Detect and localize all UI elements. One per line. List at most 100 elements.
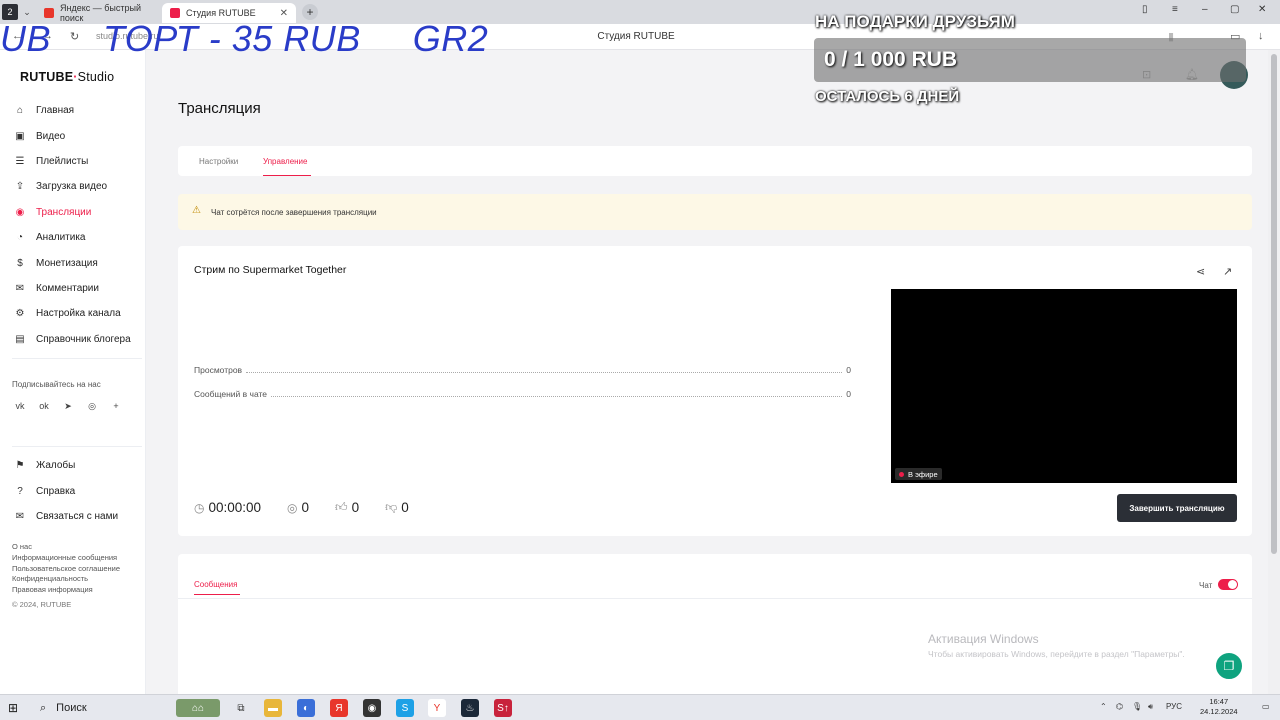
winter-widget-icon[interactable]: ⌂⌂ — [176, 699, 220, 717]
windows-start-icon[interactable]: ⊞ — [8, 701, 18, 715]
vk-icon[interactable]: vk — [14, 400, 26, 412]
sidebar-item-label: Справка — [36, 485, 76, 497]
viber-icon[interactable]: ◎ — [86, 400, 98, 412]
sidebar-item-4[interactable]: ◉ Трансляции — [0, 200, 146, 225]
viewer-icon: ◎ — [287, 500, 298, 515]
streaming-app-icon[interactable]: S↑ — [494, 699, 512, 717]
views-stat: Просмотров 0 — [194, 363, 851, 375]
stream-title: Стрим по Supermarket Together — [194, 264, 347, 276]
yandex-app-icon[interactable]: Я — [330, 699, 348, 717]
social-links: vk ok ➤ ◎ + — [14, 400, 134, 412]
tray-chevron-icon[interactable]: ⌃ — [1100, 702, 1107, 711]
sidebar: RUTUBE·Studio ⌂ Главная ▣ Видео ☰ Плейлисты ⇪ З… — [0, 50, 146, 694]
views-label: Просмотров — [194, 365, 243, 375]
sidebar-item-label: Загрузка видео — [36, 181, 108, 193]
views-value: 0 — [846, 365, 851, 375]
sidebar-item-label: Справочник блогера — [36, 333, 131, 345]
donation-progress-bar: 0 / 1 000 RUB — [814, 38, 1246, 82]
help-chat-button[interactable]: ❐ — [1214, 651, 1244, 681]
end-stream-button[interactable]: Завершить трансляцию — [1117, 494, 1237, 522]
volume-icon[interactable]: 🔊︎ — [1148, 702, 1153, 712]
skype-app-icon[interactable]: S — [396, 699, 414, 717]
steam-app-icon[interactable]: ♨ — [461, 699, 479, 717]
sidebar-item-9[interactable]: ▤ Справочник блогера — [0, 327, 146, 352]
footer-link[interactable]: Информационные сообщения — [12, 553, 120, 564]
sidebar-item-1[interactable]: ▣ Видео — [0, 123, 146, 148]
analytics-icon: ◔ — [16, 232, 24, 244]
tab-management[interactable]: Управление — [263, 157, 307, 166]
warning-icon: ⚠ — [192, 205, 201, 216]
tab-list-chevron-icon[interactable]: ⌄ — [18, 7, 36, 18]
share-icon[interactable]: ⋖ — [1196, 265, 1205, 278]
close-window-icon[interactable]: ✕ — [1258, 4, 1266, 15]
sidebar-item-label: Монетизация — [36, 257, 98, 269]
rutube-studio-logo[interactable]: RUTUBE·Studio — [20, 70, 114, 84]
tab-messages[interactable]: Сообщения — [194, 580, 237, 589]
telegram-icon[interactable]: ➤ — [62, 400, 74, 412]
footer-link[interactable]: О нас — [12, 542, 120, 553]
sidebar-item-8[interactable]: ⚙ Настройка канала — [0, 301, 146, 326]
mic-icon[interactable]: 🎙︎ — [1132, 702, 1142, 711]
sidebar-item-5[interactable]: ◔ Аналитика — [0, 225, 146, 250]
sidebar-item-label: Плейлисты — [36, 155, 89, 167]
ok-icon[interactable]: ok — [38, 400, 50, 412]
footer-link[interactable]: Правовая информация — [12, 585, 120, 596]
notifications-icon[interactable]: ▭ — [1262, 702, 1270, 711]
dislikes-value: 0 — [401, 500, 409, 515]
footer-link[interactable]: Конфиденциальность — [12, 574, 120, 585]
active-tab-underline — [263, 175, 311, 176]
sidebar-item-2[interactable]: ☰ Плейлисты — [0, 149, 146, 174]
sidebar-item-7[interactable]: ✉ Комментарии — [0, 276, 146, 301]
tab-settings[interactable]: Настройки — [199, 157, 238, 166]
mail-icon: ✉ — [15, 510, 25, 522]
sidebar-item-3[interactable]: ⇪ Загрузка видео — [0, 174, 146, 199]
page-title: Трансляция — [178, 100, 261, 117]
ticker-segment: ТОРТ - 35 RUB — [103, 18, 361, 59]
browser-app-icon[interactable]: ◐ — [297, 699, 315, 717]
main-content: Трансляция Настройки Управление ⚠ Чат со… — [146, 50, 1268, 704]
sidebar-item-0[interactable]: ⌂ Главная — [0, 98, 146, 123]
clock-icon: ◷ — [194, 500, 205, 515]
file-explorer-icon[interactable]: ▬ — [264, 699, 282, 717]
network-icon[interactable]: ⌬ — [1116, 702, 1123, 711]
sidebar-item-label: Связаться с нами — [36, 510, 119, 522]
ticker-segment: GR2 — [412, 18, 489, 59]
subscribe-label: Подписывайтесь на нас — [12, 380, 101, 389]
clock-date: 24.12.2024 — [1200, 707, 1238, 716]
page-scrollbar[interactable] — [1268, 50, 1280, 694]
sidebar-menu: ⌂ Главная ▣ Видео ☰ Плейлисты ⇪ Загрузка видео ◉… — [0, 98, 146, 352]
sidebar-secondary-item-2[interactable]: ✉ Связаться с нами — [0, 504, 146, 529]
tabs-card: Настройки Управление — [178, 146, 1252, 176]
footer-link[interactable]: Пользовательское соглашение — [12, 564, 120, 575]
donation-days-left: ОСТАЛОСЬ 6 ДНЕЙ — [815, 88, 960, 105]
yandex-browser-app-icon[interactable]: Y — [428, 699, 446, 717]
task-view-icon[interactable]: ⧉ — [232, 699, 250, 717]
playlist-icon: ☰ — [15, 155, 25, 167]
taskbar-clock[interactable]: 16:47 24.12.2024 — [1200, 697, 1238, 717]
rutube-favicon-icon — [170, 8, 180, 18]
logo-studio: Studio — [77, 70, 115, 84]
open-external-icon[interactable]: ↗ — [1223, 265, 1232, 278]
messages-label: Сообщений в чате — [194, 389, 268, 399]
scrolling-ticker: UB ТОРТ - 35 RUB GR2 — [0, 18, 488, 60]
sidebar-item-label: Главная — [36, 105, 75, 117]
toggle-knob — [1228, 580, 1237, 589]
scrollbar-thumb[interactable] — [1271, 54, 1277, 554]
chat-card: Сообщения Чат — [178, 554, 1252, 704]
plus-icon[interactable]: + — [110, 400, 122, 412]
taskbar-search[interactable]: ⌕ Поиск — [32, 696, 172, 720]
close-tab-icon[interactable]: ✕ — [280, 8, 288, 19]
sidebar-secondary-item-1[interactable]: ? Справка — [0, 478, 146, 503]
sidebar-item-label: Жалобы — [36, 460, 76, 472]
language-indicator[interactable]: РУС — [1166, 702, 1182, 711]
sidebar-item-label: Настройка канала — [36, 308, 121, 320]
sidebar-item-label: Комментарии — [36, 282, 99, 294]
sidebar-item-6[interactable]: $ Монетизация — [0, 250, 146, 275]
sidebar-divider — [12, 446, 142, 447]
chat-toggle[interactable] — [1218, 579, 1238, 590]
obs-app-icon[interactable]: ◉ — [363, 699, 381, 717]
download-arrow-icon[interactable]: ↓ — [1258, 30, 1264, 42]
video-preview[interactable]: В эфире — [891, 289, 1237, 483]
windows-activation-subtitle: Чтобы активировать Windows, перейдите в … — [928, 649, 1185, 659]
sidebar-secondary-item-0[interactable]: ⚑ Жалобы — [0, 453, 146, 478]
